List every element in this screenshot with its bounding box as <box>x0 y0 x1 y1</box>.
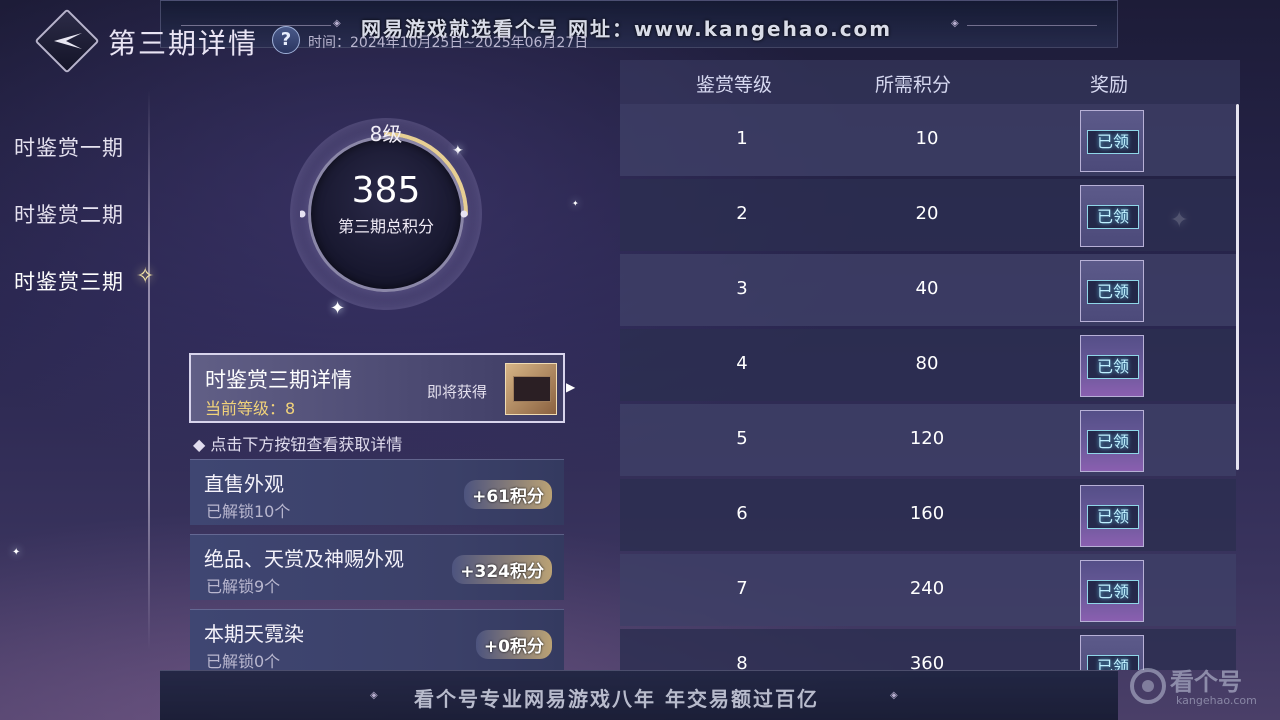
row-level: 1 <box>736 128 748 149</box>
help-icon[interactable]: ? <box>272 26 300 54</box>
row-points: 240 <box>909 578 945 599</box>
sidebar-item-period-1[interactable]: 时鉴赏一期 <box>14 132 124 162</box>
category-name: 直售外观 <box>204 472 284 496</box>
table-row: 3 40 已领 <box>620 254 1236 326</box>
table-row: 5 120 已领 <box>620 404 1236 476</box>
row-level: 5 <box>736 428 748 449</box>
row-level: 6 <box>736 503 748 524</box>
row-level: 4 <box>736 353 748 374</box>
header-points: 所需积分 <box>875 74 952 96</box>
table-row: 1 10 已领 <box>620 104 1236 176</box>
diamond-ornament-icon: ◈ <box>890 690 898 701</box>
claimed-badge: 已领 <box>1087 205 1139 229</box>
top-watermark-banner: ◈ 网易游戏就选看个号 网址：www.kangehao.com ◈ <box>160 0 1118 48</box>
active-indicator-icon: ✧ <box>136 264 155 289</box>
header-level: 鉴赏等级 <box>696 74 773 96</box>
claimed-badge: 已领 <box>1087 280 1139 304</box>
detail-title: 时鉴赏三期详情 <box>205 368 352 392</box>
claimed-badge: 已领 <box>1087 130 1139 154</box>
category-name: 绝品、天赏及神赐外观 <box>204 547 404 571</box>
banner-divider <box>967 25 1097 26</box>
table-header: 鉴赏等级 所需积分 奖励 <box>620 60 1240 104</box>
upcoming-reward-thumbnail[interactable] <box>505 363 557 415</box>
category-dye[interactable]: 本期天霓染 已解锁0个 +0积分 <box>190 609 564 671</box>
brand-logo: 看个号 kangehao.com <box>1124 660 1280 720</box>
table-row: 6 160 已领 <box>620 479 1236 551</box>
arrow-right-icon: ▶ <box>566 380 576 394</box>
sparkle-icon: ✦ <box>572 199 579 208</box>
reward-frame-icon <box>513 376 551 402</box>
row-points: 120 <box>909 428 945 449</box>
category-points: +61积分 <box>464 480 552 509</box>
sidebar-divider <box>148 90 150 650</box>
row-points: 360 <box>909 653 945 670</box>
reward-item[interactable]: 已领 <box>1080 260 1144 322</box>
brand-logo-icon <box>1130 668 1166 704</box>
reward-item[interactable]: 已领 <box>1080 185 1144 247</box>
reward-item[interactable]: 已领 <box>1080 110 1144 172</box>
row-level: 2 <box>736 203 748 224</box>
reward-item[interactable]: 已领 <box>1080 335 1144 397</box>
table-row: 7 240 已领 <box>620 554 1236 626</box>
reward-item[interactable]: 已领 <box>1080 560 1144 622</box>
back-arrow-icon <box>54 33 82 49</box>
category-premium[interactable]: 绝品、天赏及神赐外观 已解锁9个 +324积分 <box>190 534 564 600</box>
diamond-ornament-icon: ◈ <box>333 18 341 29</box>
total-points: 385 <box>351 170 421 211</box>
brand-url: kangehao.com <box>1176 694 1257 707</box>
header-reward: 奖励 <box>1090 74 1129 96</box>
claimed-badge: 已领 <box>1087 430 1139 454</box>
reward-item[interactable]: 已领 <box>1080 410 1144 472</box>
hint-text: ◆ 点击下方按钮查看获取详情 <box>193 435 403 454</box>
current-level: 当前等级：8 <box>205 399 296 418</box>
reward-item[interactable]: 已领 <box>1080 485 1144 547</box>
brand-name: 看个号 <box>1170 668 1242 696</box>
row-points: 20 <box>915 203 939 224</box>
category-unlocked: 已解锁9个 <box>206 577 281 596</box>
diamond-ornament-icon: ◈ <box>370 690 378 701</box>
row-level: 8 <box>736 653 748 670</box>
period-detail-card[interactable]: 时鉴赏三期详情 当前等级：8 即将获得 <box>189 353 565 423</box>
row-level: 3 <box>736 278 748 299</box>
category-points: +0积分 <box>475 630 552 659</box>
period-time: 时间：2024年10月25日~2025年06月27日 <box>308 35 589 51</box>
bottom-watermark-banner: ◈ 看个号专业网易游戏八年 年交易额过百亿 ◈ <box>160 670 1118 720</box>
row-points: 40 <box>915 278 939 299</box>
coming-soon-label: 即将获得 <box>427 383 488 401</box>
total-points-label: 第三期总积分 <box>337 217 434 236</box>
claimed-badge: 已领 <box>1087 355 1139 379</box>
category-unlocked: 已解锁10个 <box>206 502 291 521</box>
level-label: 8级 <box>369 122 403 146</box>
sparkle-icon: ✦ <box>12 547 21 558</box>
claimed-badge: 已领 <box>1087 580 1139 604</box>
category-direct-sale[interactable]: 直售外观 已解锁10个 +61积分 <box>190 459 564 525</box>
category-name: 本期天霓染 <box>204 622 304 646</box>
table-row: 4 80 已领 <box>620 329 1236 401</box>
sidebar-item-period-2[interactable]: 时鉴赏二期 <box>14 199 124 229</box>
table-scrollbar[interactable] <box>1236 104 1239 470</box>
watermark-text: 看个号专业网易游戏八年 年交易额过百亿 <box>414 687 819 711</box>
diamond-ornament-icon: ◈ <box>951 18 959 29</box>
category-unlocked: 已解锁0个 <box>206 652 281 671</box>
sparkle-icon: ✦ <box>330 298 346 319</box>
reward-table[interactable]: 1 10 已领 2 20 已领 3 40 已领 4 80 已领 5 120 已领… <box>620 104 1236 670</box>
row-points: 160 <box>909 503 945 524</box>
row-points: 80 <box>915 353 939 374</box>
category-points: +324积分 <box>452 555 552 584</box>
page-title: 第三期详情 <box>108 27 259 60</box>
row-points: 10 <box>915 128 939 149</box>
sidebar-item-period-3[interactable]: 时鉴赏三期 <box>14 266 124 296</box>
table-row: 2 20 已领 <box>620 179 1236 251</box>
row-level: 7 <box>736 578 748 599</box>
claimed-badge: 已领 <box>1087 505 1139 529</box>
